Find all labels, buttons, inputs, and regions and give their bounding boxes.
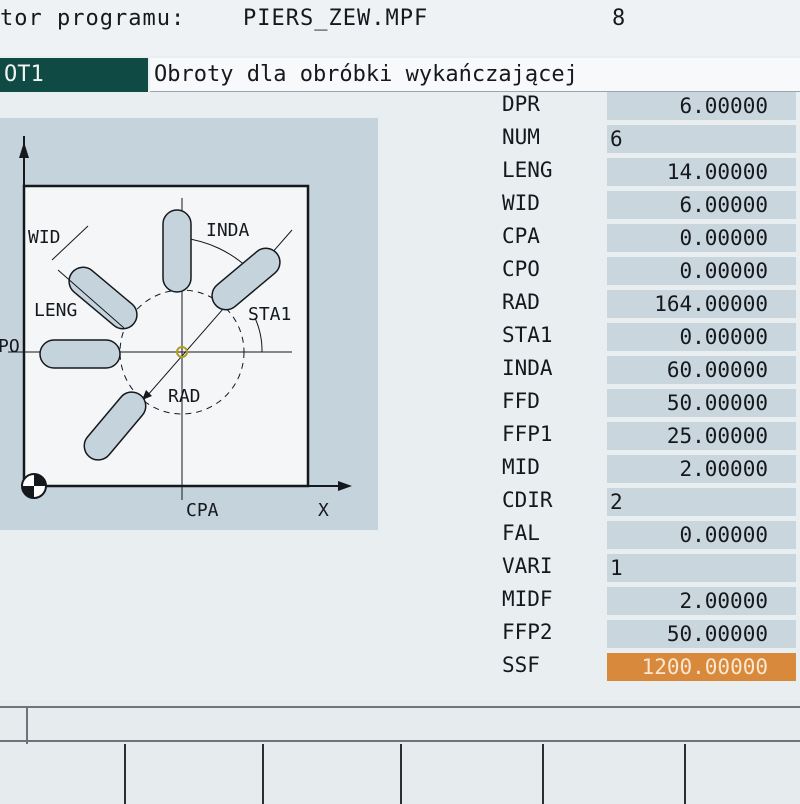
cycle-help-diagram: WID LENG INDA STA1 RAD PO CPA X	[0, 118, 378, 530]
param-value-field[interactable]: 50.00000	[607, 620, 796, 648]
program-name: PIERS_ZEW.MPF	[243, 6, 429, 31]
softkey-5[interactable]	[544, 744, 686, 804]
param-label: RAD	[502, 290, 540, 314]
label-inda: INDA	[206, 220, 250, 241]
param-label: LENG	[502, 158, 553, 182]
param-row-cdir[interactable]: CDIR 2	[500, 486, 800, 518]
softkey-2[interactable]	[126, 744, 264, 804]
param-label: STA1	[502, 323, 553, 347]
param-row-cpo[interactable]: CPO 0.00000	[500, 255, 800, 287]
param-label: FFD	[502, 389, 540, 413]
param-label: FFP1	[502, 422, 553, 446]
param-value-field[interactable]: 6.00000	[607, 191, 796, 219]
param-label: CDIR	[502, 488, 553, 512]
slot-pattern-svg: WID LENG INDA STA1 RAD PO CPA X	[0, 136, 352, 521]
param-value-field[interactable]: 60.00000	[607, 356, 796, 384]
param-label: WID	[502, 191, 540, 215]
param-row-sta1[interactable]: STA1 0.00000	[500, 321, 800, 353]
param-value-field[interactable]: 2	[607, 488, 796, 516]
param-value-field[interactable]: 2.00000	[607, 587, 796, 615]
input-line	[0, 706, 800, 744]
parameter-description: Obroty dla obróbki wykańczającej	[150, 58, 800, 92]
param-label: MIDF	[502, 587, 553, 611]
param-row-midf[interactable]: MIDF 2.00000	[500, 585, 800, 617]
param-label: CPO	[502, 257, 540, 281]
softkey-1[interactable]	[0, 744, 126, 804]
param-value-field[interactable]: 0.00000	[607, 521, 796, 549]
param-row-rad[interactable]: RAD 164.00000	[500, 288, 800, 320]
label-leng: LENG	[34, 300, 77, 321]
param-row-ffd[interactable]: FFD 50.00000	[500, 387, 800, 419]
x-axis-arrow	[338, 481, 352, 491]
softkey-area	[0, 700, 800, 804]
param-label: FFP2	[502, 620, 553, 644]
param-value-field[interactable]: 25.00000	[607, 422, 796, 450]
horizontal-softkeys	[0, 744, 800, 804]
param-value-field[interactable]: 0.00000	[607, 257, 796, 285]
param-label: SSF	[502, 653, 540, 677]
param-label: NUM	[502, 125, 540, 149]
param-label: INDA	[502, 356, 553, 380]
param-row-inda[interactable]: INDA 60.00000	[500, 354, 800, 386]
param-row-wid[interactable]: WID 6.00000	[500, 189, 800, 221]
y-axis-arrow	[19, 142, 29, 158]
program-number: 8	[612, 6, 627, 31]
param-label: VARI	[502, 554, 553, 578]
param-row-leng[interactable]: LENG 14.00000	[500, 156, 800, 188]
param-value-field[interactable]: 6	[607, 125, 796, 153]
param-label: MID	[502, 455, 540, 479]
param-row-ffp2[interactable]: FFP2 50.00000	[500, 618, 800, 650]
param-value-field[interactable]: 1200.00000	[607, 653, 796, 681]
label-x: X	[318, 500, 329, 521]
param-value-field[interactable]: 6.00000	[607, 92, 796, 120]
param-value-field[interactable]: 0.00000	[607, 323, 796, 351]
param-row-num[interactable]: NUM 6	[500, 123, 800, 155]
param-row-vari[interactable]: VARI 1	[500, 552, 800, 584]
slot-west	[39, 339, 121, 369]
param-row-fal[interactable]: FAL 0.00000	[500, 519, 800, 551]
label-rad: RAD	[168, 386, 201, 407]
param-value-field[interactable]: 50.00000	[607, 389, 796, 417]
label-sta1: STA1	[248, 304, 291, 325]
param-row-dpr[interactable]: DPR 6.00000	[500, 90, 800, 122]
origin-icon-quadrant	[22, 486, 34, 498]
cycle-title-bar: OT1 Obroty dla obróbki wykańczającej	[0, 58, 800, 92]
param-value-field[interactable]: 14.00000	[607, 158, 796, 186]
param-row-ssf[interactable]: SSF 1200.00000	[500, 651, 800, 683]
param-value-field[interactable]: 1	[607, 554, 796, 582]
param-value-field[interactable]: 0.00000	[607, 224, 796, 252]
slot-north	[162, 209, 192, 293]
param-value-field[interactable]: 164.00000	[607, 290, 796, 318]
param-value-field[interactable]: 2.00000	[607, 455, 796, 483]
softkey-3[interactable]	[264, 744, 402, 804]
param-label: FAL	[502, 521, 540, 545]
label-cpa: CPA	[186, 500, 219, 521]
program-header: tor programu: PIERS_ZEW.MPF 8	[0, 0, 800, 56]
param-row-cpa[interactable]: CPA 0.00000	[500, 222, 800, 254]
param-row-ffp1[interactable]: FFP1 25.00000	[500, 420, 800, 452]
param-label: DPR	[502, 92, 540, 116]
softkey-4[interactable]	[402, 744, 544, 804]
param-label: CPA	[502, 224, 540, 248]
input-line-cell	[0, 708, 28, 744]
cycle-tag: OT1	[0, 58, 148, 92]
softkey-6[interactable]	[686, 744, 800, 804]
param-row-mid[interactable]: MID 2.00000	[500, 453, 800, 485]
label-cpo: PO	[0, 336, 20, 357]
program-label: tor programu:	[0, 6, 186, 31]
label-wid: WID	[28, 227, 61, 248]
